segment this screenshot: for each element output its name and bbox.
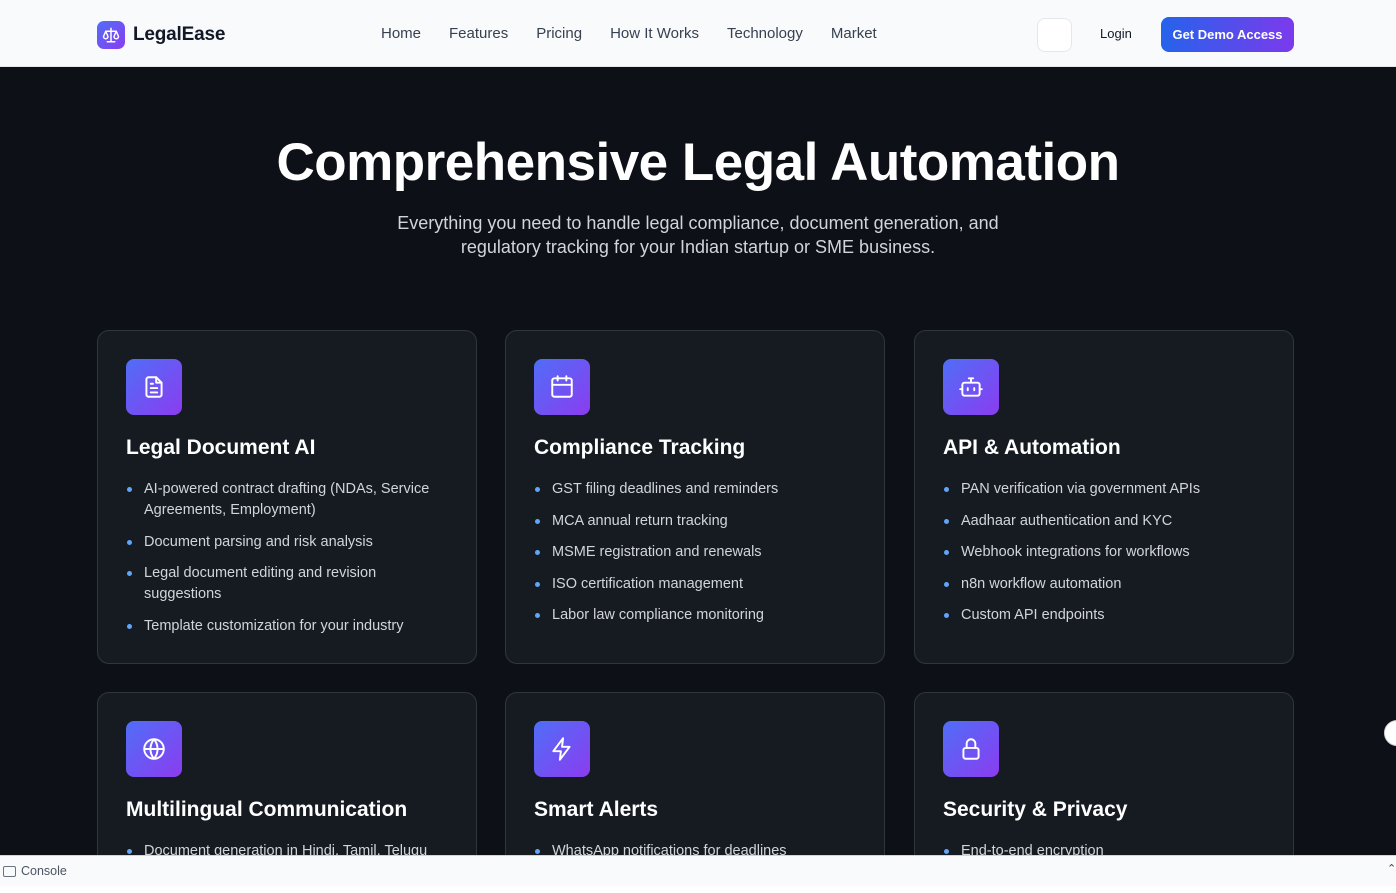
lock-icon (943, 721, 999, 777)
page-subtitle: Everything you need to handle legal comp… (397, 213, 999, 257)
list-item: Template customization for your industry (126, 616, 456, 637)
feature-list: PAN verification via government APIs Aad… (943, 479, 1273, 637)
lightning-icon (534, 721, 590, 777)
get-demo-access-button[interactable]: Get Demo Access (1161, 17, 1294, 52)
list-item: Aadhaar authentication and KYC (943, 511, 1273, 532)
theme-toggle-button[interactable] (1037, 18, 1072, 52)
feature-list: GST filing deadlines and reminders MCA a… (534, 479, 864, 637)
floating-widget-button[interactable] (1384, 720, 1396, 746)
feature-card-legal-document-ai: Legal Document AI AI-powered contract dr… (97, 330, 477, 664)
list-item: AI-powered contract drafting (NDAs, Serv… (126, 479, 456, 521)
scale-icon (97, 21, 125, 49)
nav-pricing[interactable]: Pricing (522, 24, 596, 44)
list-item: MSME registration and renewals (534, 542, 864, 563)
feature-card-title: Smart Alerts (534, 798, 659, 821)
nav-features[interactable]: Features (435, 24, 522, 44)
devtools-console-bar[interactable]: Console (0, 855, 1396, 886)
nav-how-it-works[interactable]: How It Works (596, 24, 713, 44)
list-item: PAN verification via government APIs (943, 479, 1273, 500)
feature-card-title: API & Automation (943, 436, 1121, 459)
feature-card-title: Multilingual Communication (126, 798, 408, 821)
list-item: MCA annual return tracking (534, 511, 864, 532)
nav-links: Home Features Pricing How It Works Techn… (367, 24, 891, 44)
feature-list: AI-powered contract drafting (NDAs, Serv… (126, 479, 456, 647)
login-link[interactable]: Login (1100, 26, 1132, 41)
feature-card-title: Legal Document AI (126, 436, 316, 459)
list-item: n8n workflow automation (943, 574, 1273, 595)
list-item: Document parsing and risk analysis (126, 532, 456, 553)
nav-home[interactable]: Home (367, 24, 435, 44)
calendar-icon (534, 359, 590, 415)
brand-logo[interactable]: LegalEase (97, 21, 225, 49)
feature-card-compliance-tracking: Compliance Tracking GST filing deadlines… (505, 330, 885, 664)
list-item: Labor law compliance monitoring (534, 605, 864, 626)
feature-card-title: Compliance Tracking (534, 436, 746, 459)
list-item: ISO certification management (534, 574, 864, 595)
feature-card-api-automation: API & Automation PAN verification via go… (914, 330, 1294, 664)
bottom-strip (0, 886, 1396, 893)
chevron-up-icon[interactable]: ⌃ (1387, 862, 1396, 875)
nav-market[interactable]: Market (817, 24, 891, 44)
terminal-icon (3, 865, 16, 877)
nav-technology[interactable]: Technology (713, 24, 817, 44)
list-item: Custom API endpoints (943, 605, 1273, 626)
list-item: Webhook integrations for workflows (943, 542, 1273, 563)
navbar: LegalEase Home Features Pricing How It W… (0, 0, 1396, 67)
console-label: Console (21, 864, 67, 878)
list-item: Legal document editing and revision sugg… (126, 563, 456, 605)
page-title: Comprehensive Legal Automation (276, 133, 1120, 192)
bot-icon (943, 359, 999, 415)
list-item: GST filing deadlines and reminders (534, 479, 864, 500)
globe-icon (126, 721, 182, 777)
feature-card-title: Security & Privacy (943, 798, 1128, 821)
brand-name: LegalEase (133, 24, 226, 45)
document-icon (126, 359, 182, 415)
